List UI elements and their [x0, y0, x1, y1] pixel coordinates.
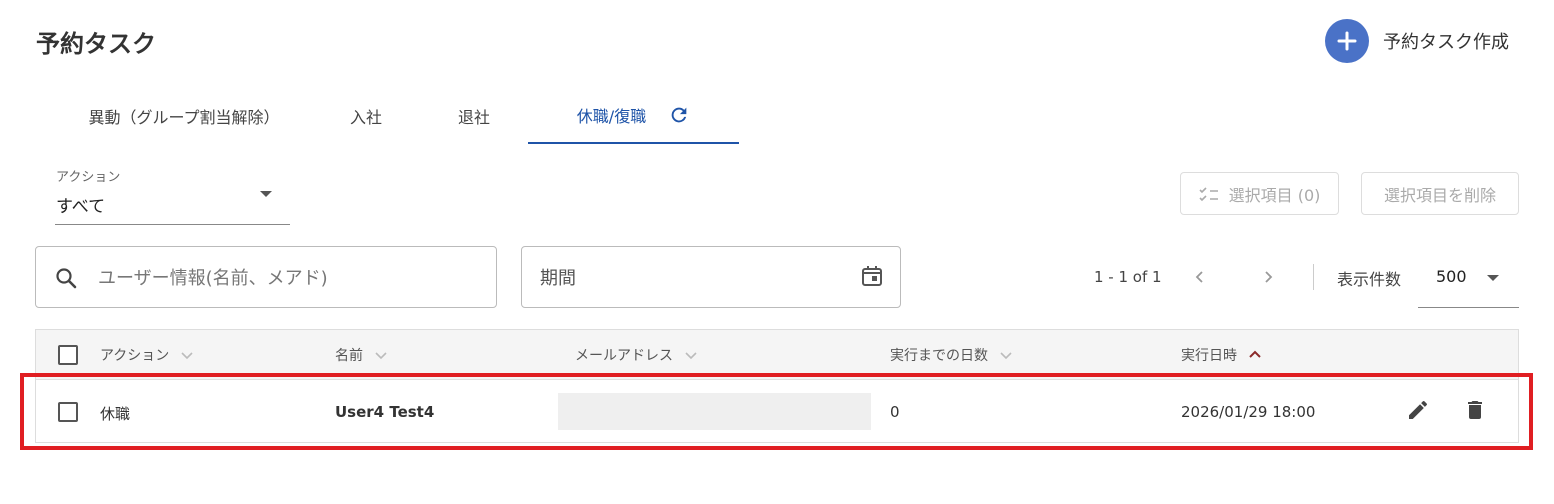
- column-header-action[interactable]: アクション: [100, 345, 195, 365]
- selected-items-button[interactable]: 選択項目 (0): [1180, 172, 1339, 215]
- caret-down-icon: [260, 191, 272, 197]
- column-header-label: 実行までの日数: [890, 348, 988, 364]
- cell-action: 休職: [100, 405, 131, 423]
- pagination: 1 - 1 of 1: [1094, 260, 1276, 294]
- tab-transfer[interactable]: 異動（グループ割当解除）: [56, 88, 312, 144]
- selected-items-label: 選択項目 (0): [1228, 185, 1321, 205]
- chevron-left-icon[interactable]: [1192, 269, 1208, 285]
- select-all-checkbox[interactable]: [58, 345, 78, 365]
- cell-days-until: 0: [890, 403, 900, 421]
- action-filter-value: すべて: [56, 197, 106, 217]
- action-filter-select[interactable]: アクション すべて: [55, 164, 290, 225]
- column-header-label: アクション: [100, 348, 170, 364]
- refresh-icon[interactable]: [668, 104, 690, 126]
- tab-leave-of-absence[interactable]: 休職/復職: [528, 88, 739, 144]
- tab-label: 異動（グループ割当解除）: [88, 108, 280, 127]
- column-header-label: 実行日時: [1181, 348, 1237, 364]
- create-button-label: 予約タスク作成: [1383, 32, 1509, 53]
- column-header-name[interactable]: 名前: [335, 345, 389, 365]
- page-title: 予約タスク: [36, 30, 156, 58]
- column-header-exec-datetime[interactable]: 実行日時: [1181, 345, 1263, 365]
- column-header-days-until[interactable]: 実行までの日数: [890, 345, 1014, 365]
- per-page-label: 表示件数: [1337, 270, 1402, 289]
- cell-name: User4 Test4: [335, 403, 435, 421]
- row-checkbox[interactable]: [58, 402, 78, 422]
- cell-email-masked: [558, 393, 871, 430]
- create-reserved-task-button[interactable]: 予約タスク作成: [1325, 19, 1509, 63]
- tab-label: 休職/復職: [576, 107, 647, 126]
- table-row: 休職 User4 Test4 0 2026/01/29 18:00: [36, 381, 1518, 443]
- user-search-input[interactable]: [98, 263, 478, 293]
- tab-bar: 異動（グループ割当解除） 入社 退社 休職/復職: [56, 88, 739, 144]
- delete-selected-label: 選択項目を削除: [1383, 185, 1496, 205]
- chevron-up-icon: [1247, 347, 1263, 363]
- action-filter-label: アクション: [56, 170, 121, 185]
- page-info: 1 - 1 of 1: [1094, 268, 1162, 286]
- column-header-email[interactable]: メールアドレス: [575, 345, 699, 365]
- reserved-task-table: アクション 名前 メールアドレス 実行までの日数 実行日時 休職 User4 T…: [35, 329, 1519, 443]
- table-header: アクション 名前 メールアドレス 実行までの日数 実行日時: [36, 330, 1518, 380]
- plus-icon: [1325, 19, 1369, 63]
- period-box: [521, 246, 901, 308]
- edit-icon[interactable]: [1406, 398, 1430, 422]
- chevron-down-icon: [373, 347, 389, 363]
- per-page-value: 500: [1436, 267, 1467, 286]
- tab-label: 入社: [349, 108, 382, 127]
- chevron-down-icon: [998, 347, 1014, 363]
- cell-exec-datetime: 2026/01/29 18:00: [1181, 403, 1316, 421]
- tab-leave[interactable]: 退社: [420, 88, 528, 144]
- search-icon: [54, 266, 78, 294]
- checklist-icon: [1199, 186, 1219, 202]
- chevron-down-icon: [179, 347, 195, 363]
- chevron-right-icon[interactable]: [1260, 269, 1276, 285]
- tab-join[interactable]: 入社: [312, 88, 420, 144]
- per-page-select[interactable]: 500: [1418, 250, 1519, 308]
- column-header-label: メールアドレス: [575, 348, 673, 364]
- caret-down-icon: [1487, 275, 1499, 281]
- tab-label: 退社: [457, 108, 490, 127]
- chevron-down-icon: [683, 347, 699, 363]
- delete-selected-button[interactable]: 選択項目を削除: [1361, 172, 1519, 215]
- period-input[interactable]: [540, 263, 840, 293]
- pagination-divider: [1313, 264, 1314, 290]
- search-box: [35, 246, 497, 308]
- delete-icon[interactable]: [1463, 398, 1487, 422]
- calendar-icon[interactable]: [860, 264, 884, 292]
- column-header-label: 名前: [335, 348, 363, 364]
